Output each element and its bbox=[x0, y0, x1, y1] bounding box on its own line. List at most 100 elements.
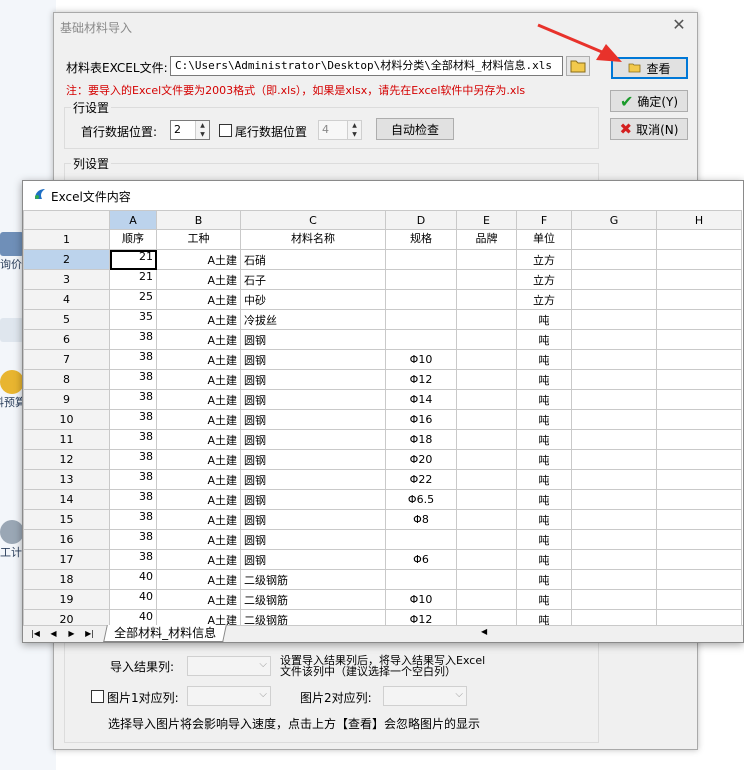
table-cell[interactable]: 40 bbox=[109, 589, 157, 610]
column-header[interactable]: G bbox=[571, 210, 657, 230]
spin-arrows-icon[interactable]: ▲ ▼ bbox=[195, 121, 209, 139]
row-number[interactable]: 17 bbox=[23, 549, 110, 570]
table-cell[interactable]: 吨 bbox=[516, 389, 572, 410]
table-cell[interactable] bbox=[456, 569, 517, 590]
table-cell[interactable]: 38 bbox=[109, 469, 157, 490]
empty-cell[interactable] bbox=[571, 489, 657, 510]
table-cell[interactable]: Φ6.5 bbox=[385, 489, 457, 510]
table-cell[interactable]: 吨 bbox=[516, 589, 572, 610]
table-cell[interactable]: Φ12 bbox=[385, 369, 457, 390]
table-cell[interactable]: A土建 bbox=[156, 569, 241, 590]
empty-cell[interactable] bbox=[571, 449, 657, 470]
table-cell[interactable]: A土建 bbox=[156, 549, 241, 570]
table-cell[interactable]: A土建 bbox=[156, 469, 241, 490]
table-cell[interactable]: 21 bbox=[109, 269, 157, 290]
table-cell[interactable]: Φ6 bbox=[385, 549, 457, 570]
table-cell[interactable]: 吨 bbox=[516, 409, 572, 430]
table-cell[interactable]: 中砂 bbox=[240, 289, 386, 310]
table-cell[interactable]: 冷拔丝 bbox=[240, 309, 386, 330]
table-cell[interactable]: Φ14 bbox=[385, 389, 457, 410]
table-cell[interactable]: 圆钢 bbox=[240, 469, 386, 490]
table-cell[interactable]: A土建 bbox=[156, 409, 241, 430]
row-number[interactable]: 19 bbox=[23, 589, 110, 610]
table-cell[interactable]: 吨 bbox=[516, 429, 572, 450]
table-cell[interactable]: 38 bbox=[109, 409, 157, 430]
table-cell[interactable]: A土建 bbox=[156, 349, 241, 370]
empty-cell[interactable] bbox=[571, 549, 657, 570]
row-number[interactable]: 10 bbox=[23, 409, 110, 430]
table-cell[interactable]: A土建 bbox=[156, 369, 241, 390]
empty-cell[interactable] bbox=[656, 369, 742, 390]
table-cell[interactable]: Φ10 bbox=[385, 589, 457, 610]
spreadsheet-table[interactable]: A B C D E F G H 1 顺序 工种 材料名称 规格 品牌 单位 2 21 A土建 石硝立… bbox=[23, 210, 742, 626]
empty-cell[interactable] bbox=[656, 409, 742, 430]
table-cell[interactable]: 圆钢 bbox=[240, 449, 386, 470]
table-cell[interactable]: 圆钢 bbox=[240, 369, 386, 390]
empty-cell[interactable] bbox=[656, 529, 742, 550]
table-cell[interactable]: 40 bbox=[109, 609, 157, 626]
table-cell[interactable] bbox=[385, 249, 457, 270]
header-cell[interactable]: 工种 bbox=[156, 229, 241, 250]
empty-cell[interactable] bbox=[656, 509, 742, 530]
column-header[interactable]: H bbox=[656, 210, 742, 230]
column-header[interactable]: E bbox=[456, 210, 517, 230]
row-number[interactable]: 16 bbox=[23, 529, 110, 550]
table-cell[interactable]: 吨 bbox=[516, 509, 572, 530]
table-cell[interactable]: A土建 bbox=[156, 609, 241, 626]
import-result-select[interactable]: ⌵ bbox=[187, 656, 271, 676]
image1-checkbox[interactable] bbox=[91, 690, 104, 703]
table-cell[interactable]: 38 bbox=[109, 449, 157, 470]
table-cell[interactable]: 吨 bbox=[516, 529, 572, 550]
table-cell[interactable]: A土建 bbox=[156, 429, 241, 450]
table-cell[interactable]: 圆钢 bbox=[240, 349, 386, 370]
table-cell[interactable] bbox=[456, 409, 517, 430]
header-cell[interactable]: 单位 bbox=[516, 229, 572, 250]
table-cell[interactable]: 二级钢筋 bbox=[240, 569, 386, 590]
row-number[interactable]: 14 bbox=[23, 489, 110, 510]
row-number[interactable]: 15 bbox=[23, 509, 110, 530]
table-cell[interactable]: 21 bbox=[109, 249, 157, 270]
row-number[interactable]: 12 bbox=[23, 449, 110, 470]
empty-cell[interactable] bbox=[656, 269, 742, 290]
row-number[interactable]: 20 bbox=[23, 609, 110, 626]
table-cell[interactable] bbox=[385, 309, 457, 330]
table-cell[interactable]: A土建 bbox=[156, 489, 241, 510]
table-cell[interactable]: 圆钢 bbox=[240, 429, 386, 450]
last-row-checkbox[interactable] bbox=[219, 124, 232, 137]
table-cell[interactable]: A土建 bbox=[156, 309, 241, 330]
empty-cell[interactable] bbox=[656, 449, 742, 470]
table-cell[interactable]: 38 bbox=[109, 329, 157, 350]
table-cell[interactable]: 立方 bbox=[516, 269, 572, 290]
table-cell[interactable]: 二级钢筋 bbox=[240, 609, 386, 626]
header-cell[interactable]: 顺序 bbox=[109, 229, 157, 250]
row-number[interactable]: 9 bbox=[23, 389, 110, 410]
table-cell[interactable]: 圆钢 bbox=[240, 529, 386, 550]
table-cell[interactable]: 圆钢 bbox=[240, 329, 386, 350]
empty-cell[interactable] bbox=[571, 429, 657, 450]
table-cell[interactable] bbox=[385, 269, 457, 290]
spin-arrows-icon[interactable]: ▲ ▼ bbox=[347, 121, 361, 139]
column-header[interactable]: F bbox=[516, 210, 572, 230]
table-cell[interactable]: 吨 bbox=[516, 369, 572, 390]
table-cell[interactable]: A土建 bbox=[156, 509, 241, 530]
table-cell[interactable] bbox=[456, 349, 517, 370]
table-cell[interactable] bbox=[456, 589, 517, 610]
table-cell[interactable]: A土建 bbox=[156, 249, 241, 270]
prev-sheet-icon[interactable]: ◀ bbox=[45, 627, 62, 641]
empty-cell[interactable] bbox=[656, 489, 742, 510]
table-cell[interactable]: A土建 bbox=[156, 269, 241, 290]
empty-cell[interactable] bbox=[656, 569, 742, 590]
row-number[interactable]: 4 bbox=[23, 289, 110, 310]
table-cell[interactable]: A土建 bbox=[156, 589, 241, 610]
table-cell[interactable]: 38 bbox=[109, 389, 157, 410]
table-cell[interactable]: 立方 bbox=[516, 289, 572, 310]
header-cell[interactable]: 材料名称 bbox=[240, 229, 386, 250]
table-cell[interactable]: Φ22 bbox=[385, 469, 457, 490]
table-cell[interactable]: A土建 bbox=[156, 529, 241, 550]
table-cell[interactable] bbox=[456, 509, 517, 530]
table-cell[interactable]: 立方 bbox=[516, 249, 572, 270]
table-cell[interactable]: 吨 bbox=[516, 609, 572, 626]
header-cell[interactable]: 规格 bbox=[385, 229, 457, 250]
last-sheet-icon[interactable]: ▶| bbox=[81, 627, 98, 641]
table-cell[interactable]: 35 bbox=[109, 309, 157, 330]
